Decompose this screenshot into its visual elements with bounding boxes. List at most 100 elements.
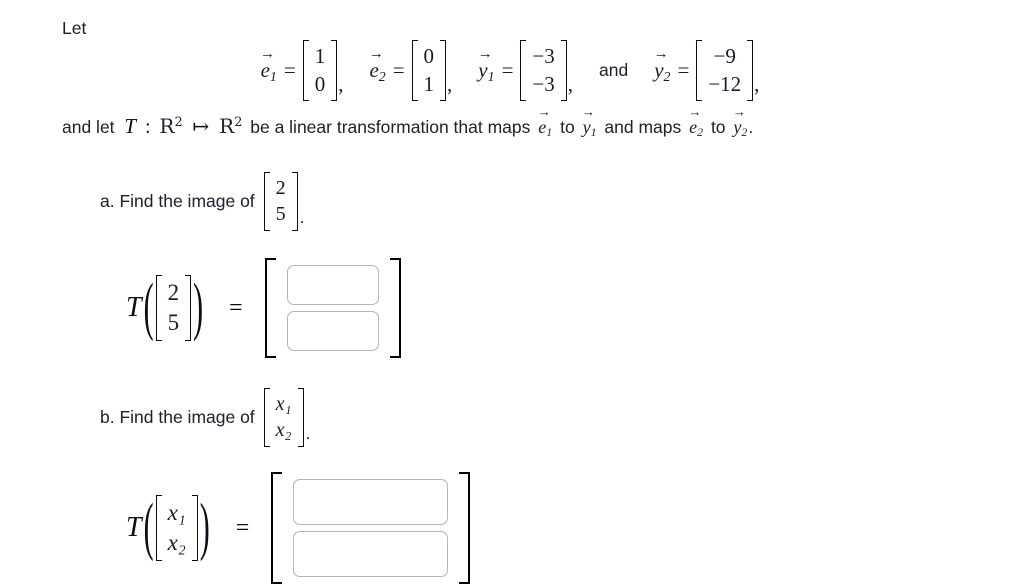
vector-arrow-icon: → bbox=[653, 46, 669, 63]
vector-entry: 0 bbox=[423, 44, 435, 68]
to-word-1: to bbox=[560, 117, 575, 137]
vector-arrow-icon: → bbox=[732, 104, 746, 119]
vector-arrow-icon: → bbox=[537, 104, 551, 119]
part-a-answer-input-row1[interactable] bbox=[286, 265, 379, 305]
vector-entry: x₁ bbox=[167, 499, 186, 525]
vector-arrow-icon: → bbox=[477, 46, 493, 63]
vector-arrow-icon: → bbox=[582, 104, 596, 119]
transformation-sentence: and let T : R2 ↦ R2 be a linear transfor… bbox=[62, 105, 754, 141]
vector-entry: 5 bbox=[167, 310, 180, 335]
vector-entry: x₂ bbox=[275, 419, 292, 442]
codomain-set: R2 bbox=[219, 114, 242, 138]
equals-sign: = bbox=[235, 514, 250, 541]
vector-entry: 0 bbox=[314, 71, 326, 96]
vector-subscript: 1 bbox=[487, 69, 495, 85]
definition-y2: → y2 = −9 −12 , bbox=[654, 40, 760, 102]
inline-vector-e1: → e1 bbox=[538, 105, 553, 140]
t-symbol: T bbox=[126, 512, 142, 543]
part-a-input-vector: 2 5 bbox=[263, 172, 298, 231]
vector-entry: 2 bbox=[167, 279, 180, 305]
part-b-prompt: b. Find the image of bbox=[100, 406, 255, 427]
vector-label-y2: → y2 bbox=[654, 47, 671, 85]
vector-letter: y bbox=[582, 117, 591, 137]
part-b-argument-vector: x₁ x₂ bbox=[155, 494, 199, 562]
vector-subscript: 2 bbox=[663, 69, 671, 85]
vector-subscript: 1 bbox=[269, 69, 277, 85]
sentence-part-1: and let bbox=[62, 117, 115, 137]
vector-entry: −12 bbox=[708, 71, 742, 96]
sentence-part-2: be a linear transformation that maps bbox=[250, 117, 531, 137]
t-symbol: T bbox=[126, 292, 142, 323]
domain-set: R2 bbox=[159, 114, 182, 138]
close-paren: ) bbox=[199, 491, 210, 563]
conjunction-and: and bbox=[599, 60, 629, 81]
vector-letter: e bbox=[689, 117, 698, 137]
equals-sign: = bbox=[392, 58, 405, 83]
part-b-answer-input-row2[interactable] bbox=[293, 531, 449, 577]
close-paren: ) bbox=[193, 271, 204, 343]
vector-arrow-icon: → bbox=[260, 46, 276, 63]
part-b-period: . bbox=[305, 422, 311, 443]
inline-vector-y1: → y1 bbox=[582, 105, 597, 140]
definition-e2: → e2 = 0 1 , bbox=[369, 40, 452, 102]
vector-subscript: 1 bbox=[590, 125, 597, 140]
definition-e1: → e1 = 1 0 , bbox=[260, 40, 343, 102]
domain-exponent: 2 bbox=[174, 114, 183, 130]
let-label: Let bbox=[62, 18, 87, 38]
part-a-answer-vector bbox=[264, 258, 401, 358]
separator-comma: , bbox=[754, 72, 760, 97]
open-paren: ( bbox=[143, 491, 154, 563]
vector-entry: −9 bbox=[713, 44, 736, 68]
vector-subscript: 2 bbox=[378, 69, 386, 85]
vector-subscript: 1 bbox=[546, 125, 553, 140]
t-symbol: T bbox=[124, 114, 137, 138]
inline-vector-e2: → e2 bbox=[689, 105, 704, 140]
colon-symbol: : bbox=[144, 116, 151, 138]
definition-y1: → y1 = −3 −3 , bbox=[478, 40, 573, 102]
vector-entry: x₁ bbox=[275, 393, 292, 415]
inline-vector-y2: → y2 bbox=[733, 105, 748, 140]
and-maps-text: and maps bbox=[604, 117, 682, 137]
sentence-period: . bbox=[748, 117, 754, 137]
part-a-answer-input-row2[interactable] bbox=[286, 311, 379, 351]
part-a-question: a. Find the image of 2 5 . bbox=[100, 172, 305, 231]
codomain-base: R bbox=[219, 114, 235, 138]
vector-label-e2: → e2 bbox=[369, 47, 386, 85]
vector-label-y1: → y1 bbox=[478, 47, 495, 85]
vector-entry: x₂ bbox=[167, 530, 186, 555]
vector-subscript: 2 bbox=[741, 125, 748, 140]
equals-sign: = bbox=[283, 58, 296, 83]
part-a-period: . bbox=[299, 206, 305, 227]
open-paren: ( bbox=[143, 271, 154, 343]
to-word-2: to bbox=[710, 117, 726, 137]
column-vector-e2: 0 1 bbox=[411, 40, 447, 102]
equals-sign: = bbox=[677, 58, 690, 83]
vector-entry: −3 bbox=[532, 71, 555, 96]
equals-sign: = bbox=[501, 58, 514, 83]
part-b-answer-input-row1[interactable] bbox=[293, 479, 449, 525]
maps-to-icon: ↦ bbox=[192, 116, 210, 138]
part-a-argument-vector: 2 5 bbox=[155, 274, 192, 342]
vector-entry: 5 bbox=[275, 203, 286, 226]
vector-definitions-row: → e1 = 1 0 , → e2 = 0 1 , → y1 = −3 −3 , an… bbox=[0, 40, 1020, 102]
part-b-input-vector: x₁ x₂ bbox=[263, 388, 304, 447]
column-vector-e1: 1 0 bbox=[302, 40, 338, 102]
vector-arrow-icon: → bbox=[368, 46, 384, 63]
part-a-prompt: a. Find the image of bbox=[100, 190, 255, 211]
vector-subscript: 2 bbox=[697, 125, 704, 140]
vector-letter: y bbox=[733, 117, 742, 137]
part-a-answer-row: T ( 2 5 ) = bbox=[126, 258, 401, 358]
vector-entry: 1 bbox=[314, 44, 326, 68]
vector-label-e1: → e1 bbox=[260, 47, 277, 85]
codomain-exponent: 2 bbox=[234, 114, 243, 130]
vector-entry: 1 bbox=[423, 71, 435, 96]
vector-entry: 2 bbox=[275, 177, 286, 199]
part-b-answer-row: T ( x₁ x₂ ) = bbox=[126, 472, 471, 584]
vector-arrow-icon: → bbox=[688, 104, 702, 119]
part-b-answer-vector bbox=[271, 472, 471, 584]
vector-letter: e bbox=[538, 117, 547, 137]
